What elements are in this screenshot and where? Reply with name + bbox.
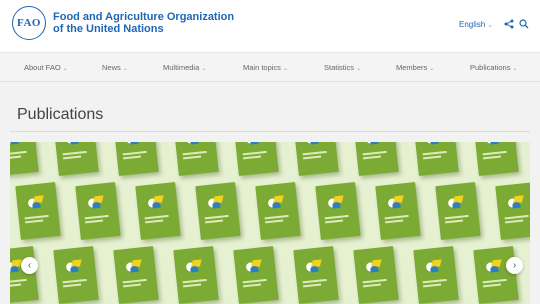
nav-item-statistics[interactable]: Statistics ⌄ (324, 63, 361, 72)
carousel-next-button[interactable]: › (506, 257, 523, 274)
share-icon[interactable] (503, 18, 515, 30)
nav-label: Multimedia (163, 63, 200, 72)
report-cover-image (353, 246, 399, 304)
carousel-banner-image (10, 142, 530, 304)
report-cover-image (10, 142, 39, 176)
report-cover-image (233, 142, 279, 176)
chevron-down-icon: ⌄ (487, 22, 494, 29)
nav-item-multimedia[interactable]: Multimedia ⌄ (163, 63, 206, 72)
report-cover-image (473, 246, 519, 304)
carousel-prev-button[interactable]: ‹ (21, 257, 38, 274)
report-cover-image (113, 142, 159, 176)
nav-label: About FAO (24, 63, 61, 72)
chevron-right-icon: › (512, 259, 517, 271)
report-cover-image (135, 182, 181, 240)
nav-label: Members (396, 63, 428, 72)
chevron-left-icon: ‹ (27, 259, 32, 271)
page-title: Publications (17, 106, 104, 123)
report-cover-image (173, 246, 219, 304)
report-cover-image (10, 246, 39, 304)
report-cover-image (173, 142, 219, 176)
report-cover-image (75, 182, 121, 240)
report-cover-image (413, 246, 459, 304)
chevron-down-icon: ⌄ (356, 66, 362, 72)
report-cover-image (195, 182, 241, 240)
org-name[interactable]: Food and Agriculture Organization of the… (53, 11, 234, 35)
site-header: FAO Food and Agriculture Organization of… (0, 0, 540, 52)
report-cover-image (435, 182, 481, 240)
chevron-down-icon: ⌄ (512, 66, 518, 72)
chevron-down-icon: ⌄ (282, 66, 288, 72)
nav-label: Statistics (324, 63, 355, 72)
report-cover-image (53, 142, 99, 176)
nav-item-news[interactable]: News ⌄ (102, 63, 128, 72)
report-cover-image (113, 246, 159, 304)
language-label: English (459, 20, 486, 29)
org-name-line1: Food and Agriculture Organization (53, 11, 235, 23)
report-cover-image (375, 182, 421, 240)
nav-item-publications[interactable]: Publications ⌄ (470, 63, 517, 72)
nav-item-main-topics[interactable]: Main topics ⌄ (243, 63, 288, 72)
report-cover-image (293, 246, 339, 304)
report-cover-image (293, 142, 339, 176)
nav-item-members[interactable]: Members ⌄ (396, 63, 434, 72)
org-name-line2: of the United Nations (53, 23, 164, 35)
chevron-down-icon: ⌄ (429, 66, 435, 72)
chevron-down-icon: ⌄ (62, 66, 68, 72)
report-cover-image (413, 142, 459, 176)
logo-text: FAO (17, 17, 41, 29)
report-cover-image (353, 142, 399, 176)
divider (10, 131, 530, 132)
report-cover-image (495, 182, 530, 240)
search-icon[interactable] (518, 18, 530, 30)
report-cover-image (315, 182, 361, 240)
nav-label: News (102, 63, 121, 72)
fao-logo-icon[interactable]: FAO (12, 6, 46, 40)
chevron-down-icon: ⌄ (201, 66, 207, 72)
nav-item-about-fao[interactable]: About FAO ⌄ (24, 63, 68, 72)
report-cover-image (255, 182, 301, 240)
report-cover-image (15, 182, 61, 240)
language-selector[interactable]: English ⌄ (459, 20, 493, 29)
report-cover-image (473, 142, 519, 176)
report-cover-image (53, 246, 99, 304)
chevron-down-icon: ⌄ (122, 66, 128, 72)
nav-label: Main topics (243, 63, 281, 72)
nav-label: Publications (470, 63, 511, 72)
report-cover-image (233, 246, 279, 304)
main-nav: About FAO ⌄ News ⌄ Multimedia ⌄ Main topics… (0, 52, 540, 82)
